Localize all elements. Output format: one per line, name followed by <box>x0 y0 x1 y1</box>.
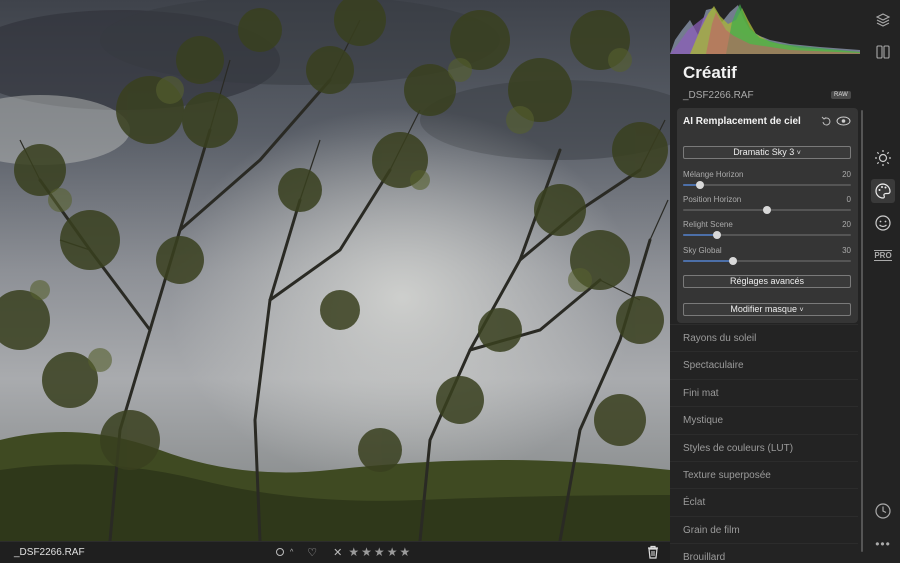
panel-title: Créatif <box>683 63 737 82</box>
pro-label: PRO <box>874 249 892 261</box>
more-icon: ••• <box>875 537 891 551</box>
slider-value[interactable]: 20 <box>842 170 851 179</box>
slider-label: Position Horizon <box>683 195 742 204</box>
star-icon[interactable]: ★ <box>374 545 385 559</box>
more-button[interactable]: ••• <box>871 532 895 556</box>
filter-section[interactable]: Mystique <box>670 406 858 433</box>
portrait-button[interactable] <box>871 211 895 235</box>
star-icon[interactable]: ★ <box>361 545 372 559</box>
sky-replacement-card: AI Remplacement de ciel Dramatic Sky 3 ˅… <box>677 108 858 323</box>
trash-icon[interactable] <box>646 545 660 559</box>
filter-section[interactable]: Fini mat <box>670 378 858 406</box>
slider-knob[interactable] <box>763 206 771 214</box>
edit-mask-button[interactable]: Modifier masque ˅ <box>683 303 851 316</box>
sun-icon <box>875 150 891 166</box>
filter-section[interactable]: Rayons du soleil <box>670 324 858 351</box>
slider-knob[interactable] <box>712 231 721 239</box>
editing-panel: Créatif _DSF2266.RAF RAW AI Remplacement… <box>670 0 866 563</box>
slider-track[interactable] <box>683 181 851 189</box>
edit-mask-label: Modifier masque <box>730 304 797 314</box>
photo-canvas[interactable] <box>0 0 670 541</box>
smiley-icon <box>875 215 891 231</box>
star-icon[interactable]: ★ <box>387 545 398 559</box>
slider-track[interactable] <box>683 257 851 265</box>
layers-button[interactable] <box>871 8 895 32</box>
rating-controls: ^ ♡ ✕ ★ ★ ★ ★ ★ <box>276 545 410 559</box>
layers-icon <box>875 13 891 27</box>
reject-icon[interactable]: ✕ <box>333 546 342 559</box>
creative-button[interactable] <box>871 179 895 203</box>
reset-icon[interactable] <box>821 116 831 126</box>
sky-select-value: Dramatic Sky 3 <box>733 147 795 157</box>
star-rating[interactable]: ★ ★ ★ ★ ★ <box>348 545 410 559</box>
raw-badge: RAW <box>831 91 851 99</box>
palette-icon <box>875 183 891 199</box>
bottom-bar: _DSF2266.RAF ^ ♡ ✕ ★ ★ ★ ★ ★ <box>0 541 670 563</box>
chevron-down-icon: ˅ <box>799 307 804 314</box>
slider-label: Relight Scene <box>683 220 733 229</box>
filename-label: _DSF2266.RAF <box>14 547 85 558</box>
heart-icon[interactable]: ♡ <box>307 546 317 559</box>
visibility-toggle-icon[interactable] <box>836 116 851 126</box>
filter-section[interactable]: Texture superposée <box>670 461 858 488</box>
card-title[interactable]: AI Remplacement de ciel <box>683 116 801 127</box>
essentials-button[interactable] <box>871 146 895 170</box>
clock-icon <box>875 503 891 519</box>
compare-button[interactable] <box>871 40 895 64</box>
history-button[interactable] <box>871 499 895 523</box>
slider-knob[interactable] <box>695 181 704 189</box>
compare-icon <box>876 45 890 59</box>
slider-value[interactable]: 0 <box>847 195 851 204</box>
slider-value[interactable]: 30 <box>842 246 851 255</box>
panel-scrollbar[interactable] <box>861 110 863 552</box>
slider-track[interactable] <box>683 206 851 214</box>
chevron-down-icon: ˅ <box>796 150 801 157</box>
panel-filename: _DSF2266.RAF <box>683 90 754 101</box>
sky-select-dropdown[interactable]: Dramatic Sky 3 ˅ <box>683 146 851 159</box>
tools-sidebar: PRO ••• <box>866 0 900 563</box>
slider-label: Sky Global <box>683 246 722 255</box>
slider-fill <box>683 234 717 236</box>
filter-section[interactable]: Spectaculaire <box>670 351 858 378</box>
filter-section[interactable]: Styles de couleurs (LUT) <box>670 433 858 461</box>
slider-track[interactable] <box>683 231 851 239</box>
slider-fill <box>683 260 734 262</box>
filter-section[interactable]: Éclat <box>670 488 858 515</box>
filter-section[interactable]: Brouillard <box>670 543 858 563</box>
slider-value[interactable]: 20 <box>842 220 851 229</box>
advanced-settings-button[interactable]: Réglages avancés <box>683 275 851 288</box>
slider-knob[interactable] <box>729 257 738 265</box>
advanced-settings-label: Réglages avancés <box>729 276 805 286</box>
color-label-icon[interactable] <box>276 548 284 556</box>
histogram <box>670 0 860 54</box>
filter-section[interactable]: Grain de film <box>670 515 858 543</box>
pro-button[interactable]: PRO <box>871 243 895 267</box>
chevron-up-icon[interactable]: ^ <box>290 549 293 556</box>
slider-label: Mélange Horizon <box>683 170 744 179</box>
star-icon[interactable]: ★ <box>348 545 359 559</box>
star-icon[interactable]: ★ <box>399 545 410 559</box>
